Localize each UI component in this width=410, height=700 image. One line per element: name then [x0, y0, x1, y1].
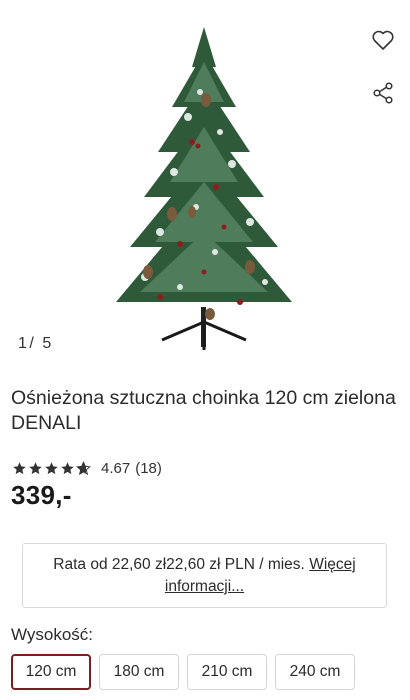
star-full-icon [29, 461, 42, 474]
product-rating[interactable]: 4.67 (18) [12, 459, 162, 477]
height-option-240[interactable]: 240 cm [275, 654, 355, 690]
product-gallery[interactable]: 1/ 5 [0, 0, 410, 365]
counter-total: 5 [42, 335, 52, 352]
star-full-icon [45, 461, 58, 474]
image-counter: 1/ 5 [18, 335, 52, 353]
rating-value: 4.67 [101, 459, 131, 477]
rating-stars [12, 460, 91, 476]
height-option-120[interactable]: 120 cm [11, 654, 91, 690]
height-label: Wysokość: [11, 625, 94, 644]
star-full-icon [61, 461, 74, 474]
product-image[interactable] [100, 22, 310, 352]
installment-text: Rata od 22,60 zł22,60 zł PLN / mies. [53, 556, 305, 573]
product-title: Ośnieżona sztuczna choinka 120 cm zielon… [11, 387, 396, 434]
rating-count: (18) [135, 459, 162, 477]
height-option-210[interactable]: 210 cm [187, 654, 267, 690]
wishlist-button[interactable] [368, 25, 398, 55]
height-option-180[interactable]: 180 cm [99, 654, 179, 690]
share-button[interactable] [368, 78, 398, 108]
counter-separator: / [29, 335, 35, 352]
star-full-icon [13, 461, 26, 474]
counter-current: 1 [18, 335, 28, 352]
star-partial-icon [76, 460, 91, 475]
height-options: 120 cm 180 cm 210 cm 240 cm [11, 654, 355, 690]
share-icon [373, 82, 393, 104]
product-price: 339,- [11, 480, 72, 510]
heart-outline-icon [372, 30, 394, 50]
installment-box: Rata od 22,60 zł22,60 zł PLN / mies. Wię… [22, 543, 387, 608]
